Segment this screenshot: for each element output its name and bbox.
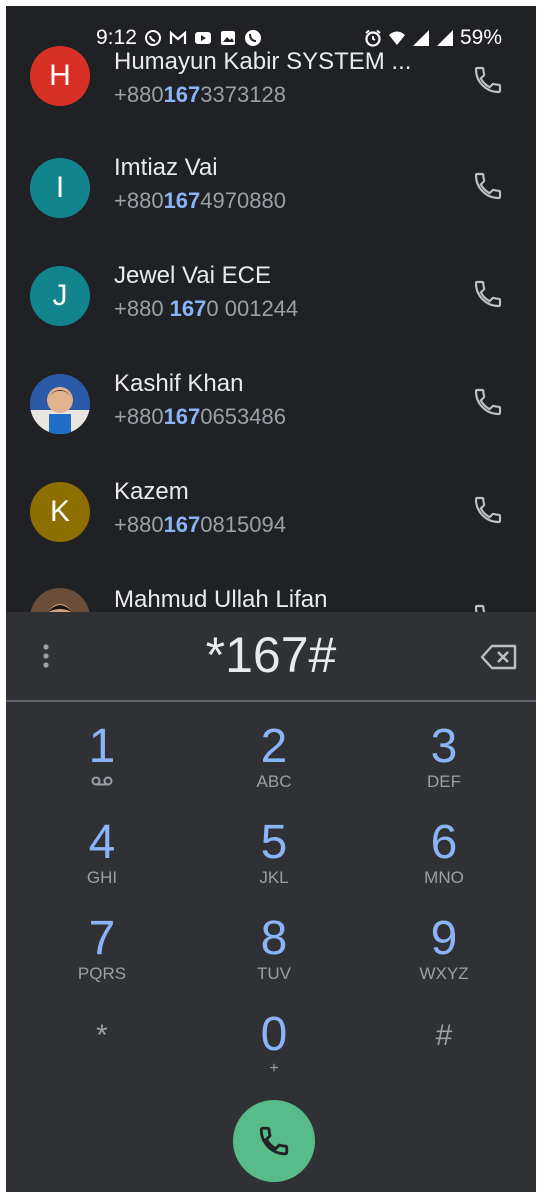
avatar: J — [30, 266, 90, 326]
dial-key-9[interactable]: 9 WXYZ — [384, 914, 504, 1006]
key-digit: 8 — [260, 912, 288, 965]
dial-key-6[interactable]: 6 MNO — [384, 818, 504, 910]
contact-number: +8801673373128 — [114, 82, 286, 107]
dial-key-0[interactable]: 0 + — [214, 1010, 334, 1102]
avatar-initial: J — [52, 279, 68, 312]
avatar-initial: I — [55, 171, 65, 204]
contact-name: Kazem — [114, 478, 189, 505]
key-letters: JKL — [259, 868, 289, 887]
key-letters: WXYZ — [419, 964, 469, 983]
viber-icon — [244, 29, 262, 47]
contact-name: Imtiaz Vai — [114, 154, 218, 181]
key-letters: PQRS — [77, 964, 127, 983]
dial-key-2[interactable]: 2 ABC — [214, 722, 334, 814]
key-digit: # — [435, 1019, 453, 1052]
phone-screen: H Humayun Kabir SYSTEM ... +880167337312… — [6, 6, 536, 1192]
contact-name: Jewel Vai ECE — [114, 262, 271, 289]
gmail-icon — [169, 29, 187, 47]
avatar-initial: H — [49, 59, 71, 92]
phone-icon[interactable] — [472, 278, 504, 310]
key-digit: 0 — [260, 1008, 288, 1061]
phone-icon[interactable] — [472, 494, 504, 526]
dialer-input-bar: *167# — [6, 612, 536, 698]
contact-number: +8801670815094 — [114, 512, 286, 537]
contact-name: Kashif Khan — [114, 370, 244, 397]
key-digit: 1 — [88, 720, 116, 773]
contact-row[interactable]: J Jewel Vai ECE +880 1670 001244 — [6, 242, 536, 350]
youtube-icon — [194, 29, 212, 47]
key-digit: 7 — [88, 912, 116, 965]
avatar: K — [30, 482, 90, 542]
key-digit: 5 — [260, 816, 288, 869]
contact-name: Mahmud Ullah Lifan — [114, 586, 328, 612]
contact-row[interactable]: Kashif Khan +8801670653486 — [6, 350, 536, 458]
phone-icon — [259, 1126, 289, 1156]
dial-key-3[interactable]: 3 DEF — [384, 722, 504, 814]
status-bar: 9:12 59% — [6, 20, 536, 56]
avatar: I — [30, 158, 90, 218]
divider — [6, 700, 536, 702]
phone-icon[interactable] — [472, 602, 504, 612]
dial-key-4[interactable]: 4 GHI — [42, 818, 162, 910]
key-letters: DEF — [427, 772, 461, 791]
dial-key-5[interactable]: 5 JKL — [214, 818, 334, 910]
contact-number: +880 1670 001244 — [114, 296, 299, 321]
key-letters: TUV — [257, 964, 291, 983]
key-digit: 6 — [430, 816, 458, 869]
status-time: 9:12 — [96, 26, 137, 49]
key-digit: * — [96, 1019, 108, 1052]
contact-photo — [30, 374, 90, 434]
key-digit: 2 — [260, 720, 288, 773]
signal-icon — [412, 29, 430, 47]
call-button[interactable] — [233, 1100, 315, 1182]
signal-icon — [436, 29, 454, 47]
status-right: 59% — [364, 26, 502, 50]
contact-list: H Humayun Kabir SYSTEM ... +880167337312… — [6, 6, 536, 612]
backspace-icon[interactable] — [480, 644, 518, 670]
battery-percent: 59% — [459, 26, 502, 49]
contact-row[interactable]: I Imtiaz Vai +8801674970880 — [6, 134, 536, 242]
key-letters: ABC — [256, 772, 292, 791]
avatar-initial: K — [49, 495, 70, 528]
key-letters: GHI — [86, 868, 118, 887]
contact-number: +8801670653486 — [114, 404, 286, 429]
alarm-icon — [364, 29, 382, 47]
phone-icon[interactable] — [472, 386, 504, 418]
wifi-icon — [388, 29, 406, 47]
key-digit: 4 — [88, 816, 116, 869]
phone-icon[interactable] — [472, 64, 504, 96]
contact-number: +8801674970880 — [114, 188, 286, 213]
status-left: 9:12 — [96, 26, 262, 50]
contact-row[interactable]: Mahmud Ullah Lifan — [6, 566, 536, 612]
dial-key-8[interactable]: 8 TUV — [214, 914, 334, 1006]
dial-key-star[interactable]: * — [42, 1010, 162, 1102]
contact-photo — [30, 588, 90, 612]
whatsapp-icon — [144, 29, 162, 47]
contact-row[interactable]: K Kazem +8801670815094 — [6, 458, 536, 566]
voicemail-icon — [91, 776, 113, 786]
dialed-number-field[interactable]: *167# — [6, 626, 536, 684]
key-digit: 3 — [430, 720, 458, 773]
dial-key-1[interactable]: 1 — [42, 722, 162, 814]
dial-key-hash[interactable]: # — [384, 1010, 504, 1102]
phone-icon[interactable] — [472, 170, 504, 202]
gallery-icon — [219, 29, 237, 47]
dial-key-7[interactable]: 7 PQRS — [42, 914, 162, 1006]
key-letters: + — [269, 1060, 279, 1077]
key-digit: 9 — [430, 912, 458, 965]
key-letters: MNO — [424, 868, 464, 887]
